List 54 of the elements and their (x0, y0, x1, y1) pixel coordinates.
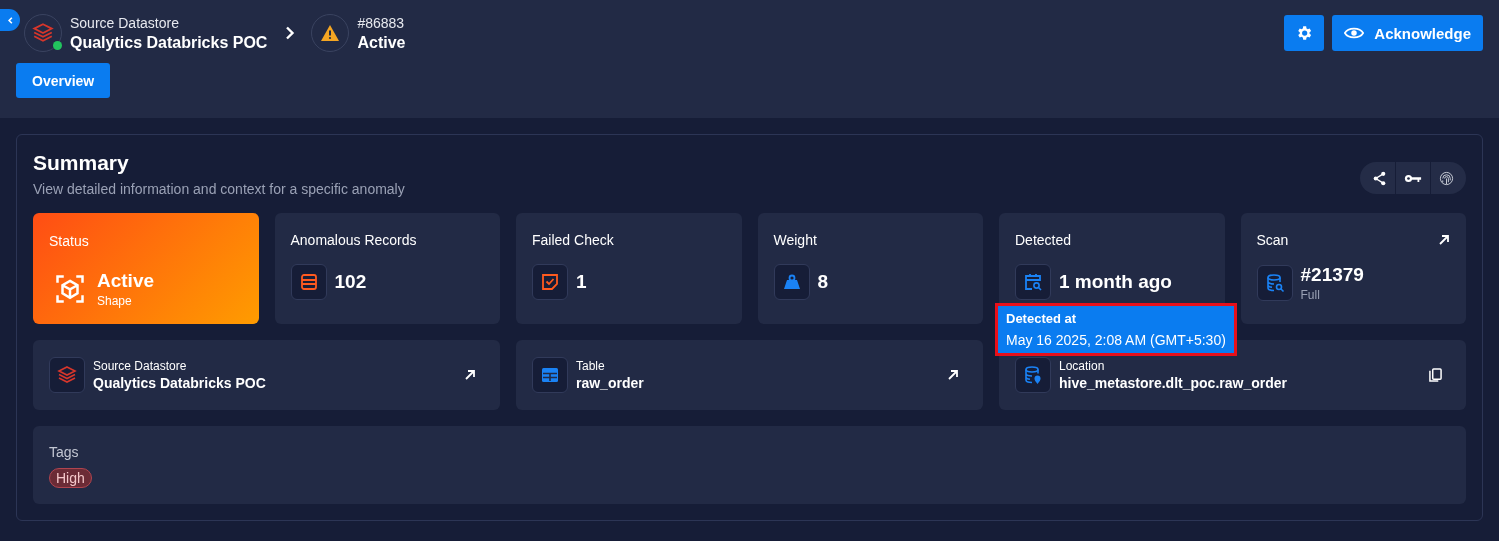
detail-label: Table (576, 359, 606, 373)
database-pin-icon (1023, 365, 1043, 385)
anomaly-status: Active (357, 33, 406, 52)
detail-label: Location (1059, 359, 1106, 373)
tags-label: Tags (49, 444, 80, 460)
database-search-icon (1264, 273, 1285, 293)
copy-icon[interactable] (1429, 367, 1442, 383)
collapse-button[interactable] (0, 9, 20, 31)
tile-label: Weight (773, 232, 817, 248)
fingerprint-icon[interactable] (1439, 170, 1454, 186)
stat-value: 8 (817, 271, 829, 293)
overview-tab[interactable]: Overview (16, 63, 111, 98)
layers-icon (32, 22, 54, 44)
weight-icon (781, 272, 802, 292)
eye-icon (1344, 26, 1365, 40)
stat-value: 1 month ago (1059, 271, 1172, 293)
arrow-icon[interactable] (464, 369, 476, 381)
acknowledge-button[interactable]: Acknowledge (1332, 15, 1483, 51)
calendar-search-icon (1023, 272, 1043, 292)
settings-button[interactable] (1284, 15, 1325, 51)
detail-value: hive_metastore.dlt_poc.raw_order (1059, 375, 1288, 391)
share-icon[interactable] (1372, 170, 1387, 186)
tooltip-text: May 16 2025, 2:08 AM (GMT+5:30) (1006, 332, 1226, 348)
tile-label: Anomalous Records (290, 232, 417, 248)
chevron-left-icon (5, 15, 15, 25)
cube-scan-icon (55, 274, 85, 304)
status-type: Shape (97, 294, 133, 308)
detail-value: Qualytics Databricks POC (93, 375, 267, 391)
detail-value: raw_order (576, 375, 645, 391)
section-title: Summary (33, 151, 130, 175)
tile-label: Failed Check (532, 232, 614, 248)
arrow-icon[interactable] (947, 369, 959, 381)
stat-subtext: Full (1300, 288, 1321, 302)
datastore-name[interactable]: Qualytics Databricks POC (70, 33, 268, 52)
stat-value: #21379 (1300, 264, 1364, 286)
arrow-icon[interactable] (1438, 234, 1450, 246)
checklist-icon (540, 272, 560, 292)
stat-value: 102 (334, 271, 367, 293)
tooltip-title: Detected at (1006, 311, 1078, 326)
layers-icon (57, 365, 77, 385)
detail-label: Source Datastore (93, 359, 188, 373)
section-subtitle: View detailed information and context for a specific anomaly (33, 181, 405, 197)
stat-value: 1 (576, 271, 587, 293)
status-value: Active (97, 270, 155, 292)
tile-label: Status (49, 233, 89, 249)
key-icon[interactable] (1404, 172, 1422, 184)
tile-label: Scan (1256, 232, 1289, 248)
list-icon (298, 272, 319, 292)
tag-chip: High (49, 468, 92, 488)
table-icon (540, 365, 560, 385)
breadcrumb-label: Source Datastore (70, 14, 180, 31)
anomaly-id: #86883 (357, 14, 406, 31)
chevron-right-icon (285, 26, 296, 40)
tile-label: Detected (1015, 232, 1072, 248)
